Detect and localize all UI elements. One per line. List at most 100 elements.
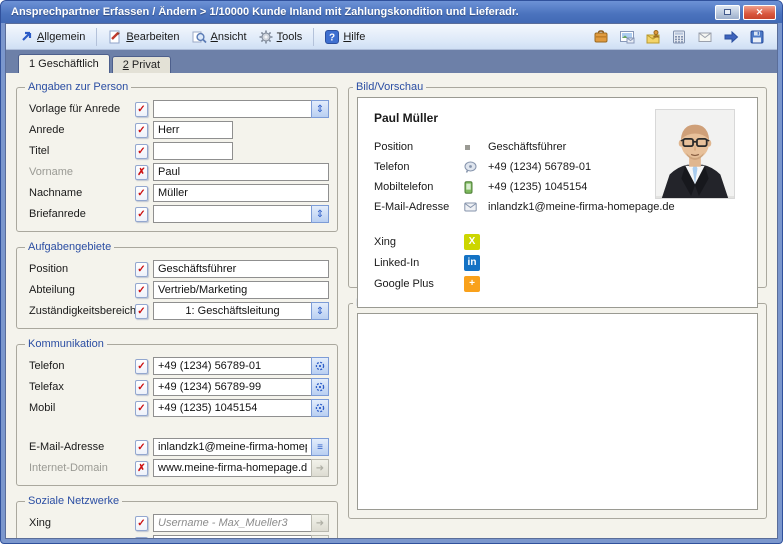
field-label: Internet-Domain xyxy=(29,462,135,474)
xing-icon[interactable]: X xyxy=(464,234,480,250)
preview-social-links: Xing X Linked-In in Google Plus + xyxy=(374,231,741,294)
titel-input[interactable] xyxy=(153,142,233,160)
photo-mail-icon[interactable] xyxy=(619,29,635,45)
dial-phone-button[interactable] xyxy=(311,357,329,375)
abteilung-input[interactable] xyxy=(153,281,329,299)
phone-icon xyxy=(464,161,488,173)
fieldset-legend: Bild/Vorschau xyxy=(353,81,426,93)
help-icon: ? xyxy=(325,30,339,44)
gear-icon xyxy=(259,30,273,44)
field-check-icon[interactable]: ✓ xyxy=(135,186,148,201)
email-icon xyxy=(464,202,488,212)
internet-domain-input[interactable] xyxy=(153,459,311,477)
open-url-button-disabled: ➜ xyxy=(311,459,329,477)
restore-button[interactable] xyxy=(715,5,740,20)
dialog-window: Ansprechpartner Erfassen / Ändern > 1/10… xyxy=(0,0,783,544)
forward-arrow-icon[interactable] xyxy=(723,29,739,45)
telefon-input[interactable] xyxy=(153,357,311,375)
fieldset-legend: Kommunikation xyxy=(25,338,107,350)
mobile-icon xyxy=(464,181,488,194)
fieldset-soziale-netzwerke: Soziale Netzwerke Xing ✓ ➜ Facebook ✓ xyxy=(16,495,338,538)
field-check-icon[interactable]: ✓ xyxy=(135,516,148,531)
save-icon[interactable] xyxy=(749,29,765,45)
field-cross-icon[interactable]: ✗ xyxy=(135,165,148,180)
briefanrede-combo[interactable] xyxy=(153,205,311,223)
menu-ansicht[interactable]: Ansicht xyxy=(186,28,253,46)
googleplus-icon[interactable]: + xyxy=(464,276,480,292)
tab-strip: 1 Geschäftlich 2 Privat xyxy=(6,50,777,73)
letter-icon[interactable] xyxy=(697,29,713,45)
calculator-icon[interactable] xyxy=(671,29,687,45)
field-check-icon[interactable]: ✓ xyxy=(135,401,148,416)
field-row: Abteilung ✓ xyxy=(29,280,329,300)
compose-email-button[interactable]: ≡ xyxy=(311,438,329,456)
field-row: Mobil ✓ xyxy=(29,398,329,418)
field-check-icon[interactable]: ✓ xyxy=(135,440,148,455)
field-label: Telefax xyxy=(29,381,135,393)
close-button[interactable]: ✕ xyxy=(743,5,776,20)
field-check-icon[interactable]: ✓ xyxy=(135,380,148,395)
contact-mail-icon[interactable] xyxy=(645,29,661,45)
xing-input[interactable] xyxy=(153,514,311,532)
menu-tools[interactable]: Tools xyxy=(253,28,309,46)
preview-social-row: Linked-In in xyxy=(374,252,741,273)
field-cross-icon[interactable]: ✗ xyxy=(135,461,148,476)
field-check-icon[interactable]: ✓ xyxy=(135,123,148,138)
menu-bearbeiten[interactable]: Bearbeiten xyxy=(102,28,185,46)
dial-phone-button[interactable] xyxy=(311,399,329,417)
field-row: Nachname ✓ xyxy=(29,183,329,203)
combo-spinner-button[interactable]: ⇕ xyxy=(311,205,329,223)
field-check-icon[interactable]: ✓ xyxy=(135,537,148,539)
toolbar-separator xyxy=(313,28,314,46)
tab-content: Angaben zur Person Vorlage für Anrede ✓ … xyxy=(6,73,777,538)
field-check-icon[interactable]: ✓ xyxy=(135,144,148,159)
field-label: Anrede xyxy=(29,124,135,136)
preview-social-row: Xing X xyxy=(374,231,741,252)
edit-tool-icon xyxy=(108,30,122,44)
fieldset-legend: Soziale Netzwerke xyxy=(25,495,122,507)
bullet-icon xyxy=(464,144,488,151)
fieldset-angaben-zur-person: Angaben zur Person Vorlage für Anrede ✓ … xyxy=(16,81,338,232)
field-check-icon[interactable]: ✓ xyxy=(135,262,148,277)
title-bar[interactable]: Ansprechpartner Erfassen / Ändern > 1/10… xyxy=(1,1,782,23)
mobil-input[interactable] xyxy=(153,399,311,417)
field-row: Telefon ✓ xyxy=(29,356,329,376)
restore-icon xyxy=(724,9,731,15)
menu-hilfe[interactable]: ? Hilfe xyxy=(319,28,371,46)
field-check-icon[interactable]: ✓ xyxy=(135,102,148,117)
field-check-icon[interactable]: ✓ xyxy=(135,283,148,298)
linkedin-icon[interactable]: in xyxy=(464,255,480,271)
anrede-input[interactable] xyxy=(153,121,233,139)
field-label: Telefon xyxy=(29,360,135,372)
field-check-icon[interactable]: ✓ xyxy=(135,304,148,319)
telefax-input[interactable] xyxy=(153,378,311,396)
briefcase-icon[interactable] xyxy=(593,29,609,45)
field-row: Vorname ✗ xyxy=(29,162,329,182)
notiz-textarea[interactable] xyxy=(357,313,758,510)
field-row: Internet-Domain ✗ ➜ xyxy=(29,458,329,478)
zustaendigkeitsbereich-combo[interactable] xyxy=(153,302,311,320)
tab-privat[interactable]: 2 Privat xyxy=(112,56,171,73)
menu-allgemein[interactable]: Allgemein xyxy=(14,28,91,45)
field-check-icon[interactable]: ✓ xyxy=(135,207,148,222)
field-row: Titel ✓ xyxy=(29,141,329,161)
field-label: Position xyxy=(29,263,135,275)
window-frame: Allgemein Bearbeiten Ansicht Tools ? Hil… xyxy=(5,23,778,539)
arrow-up-right-icon xyxy=(20,30,33,43)
email-input[interactable] xyxy=(153,438,311,456)
combo-spinner-button[interactable]: ⇕ xyxy=(311,100,329,118)
field-label: Xing xyxy=(29,517,135,529)
position-input[interactable] xyxy=(153,260,329,278)
nachname-input[interactable] xyxy=(153,184,329,202)
vorlage-anrede-combo[interactable] xyxy=(153,100,311,118)
field-check-icon[interactable]: ✓ xyxy=(135,359,148,374)
right-column: Bild/Vorschau Paul Müller Position Gesch… xyxy=(348,81,767,528)
field-label: Nachname xyxy=(29,187,135,199)
dial-phone-button[interactable] xyxy=(311,378,329,396)
vorname-input[interactable] xyxy=(153,163,329,181)
fieldset-kommunikation: Kommunikation Telefon ✓ Telefax ✓ xyxy=(16,338,338,486)
combo-spinner-button[interactable]: ⇕ xyxy=(311,302,329,320)
field-row: E-Mail-Adresse ✓ ≡ xyxy=(29,437,329,457)
tab-geschaeftlich[interactable]: 1 Geschäftlich xyxy=(18,54,110,73)
facebook-input[interactable] xyxy=(153,535,311,538)
